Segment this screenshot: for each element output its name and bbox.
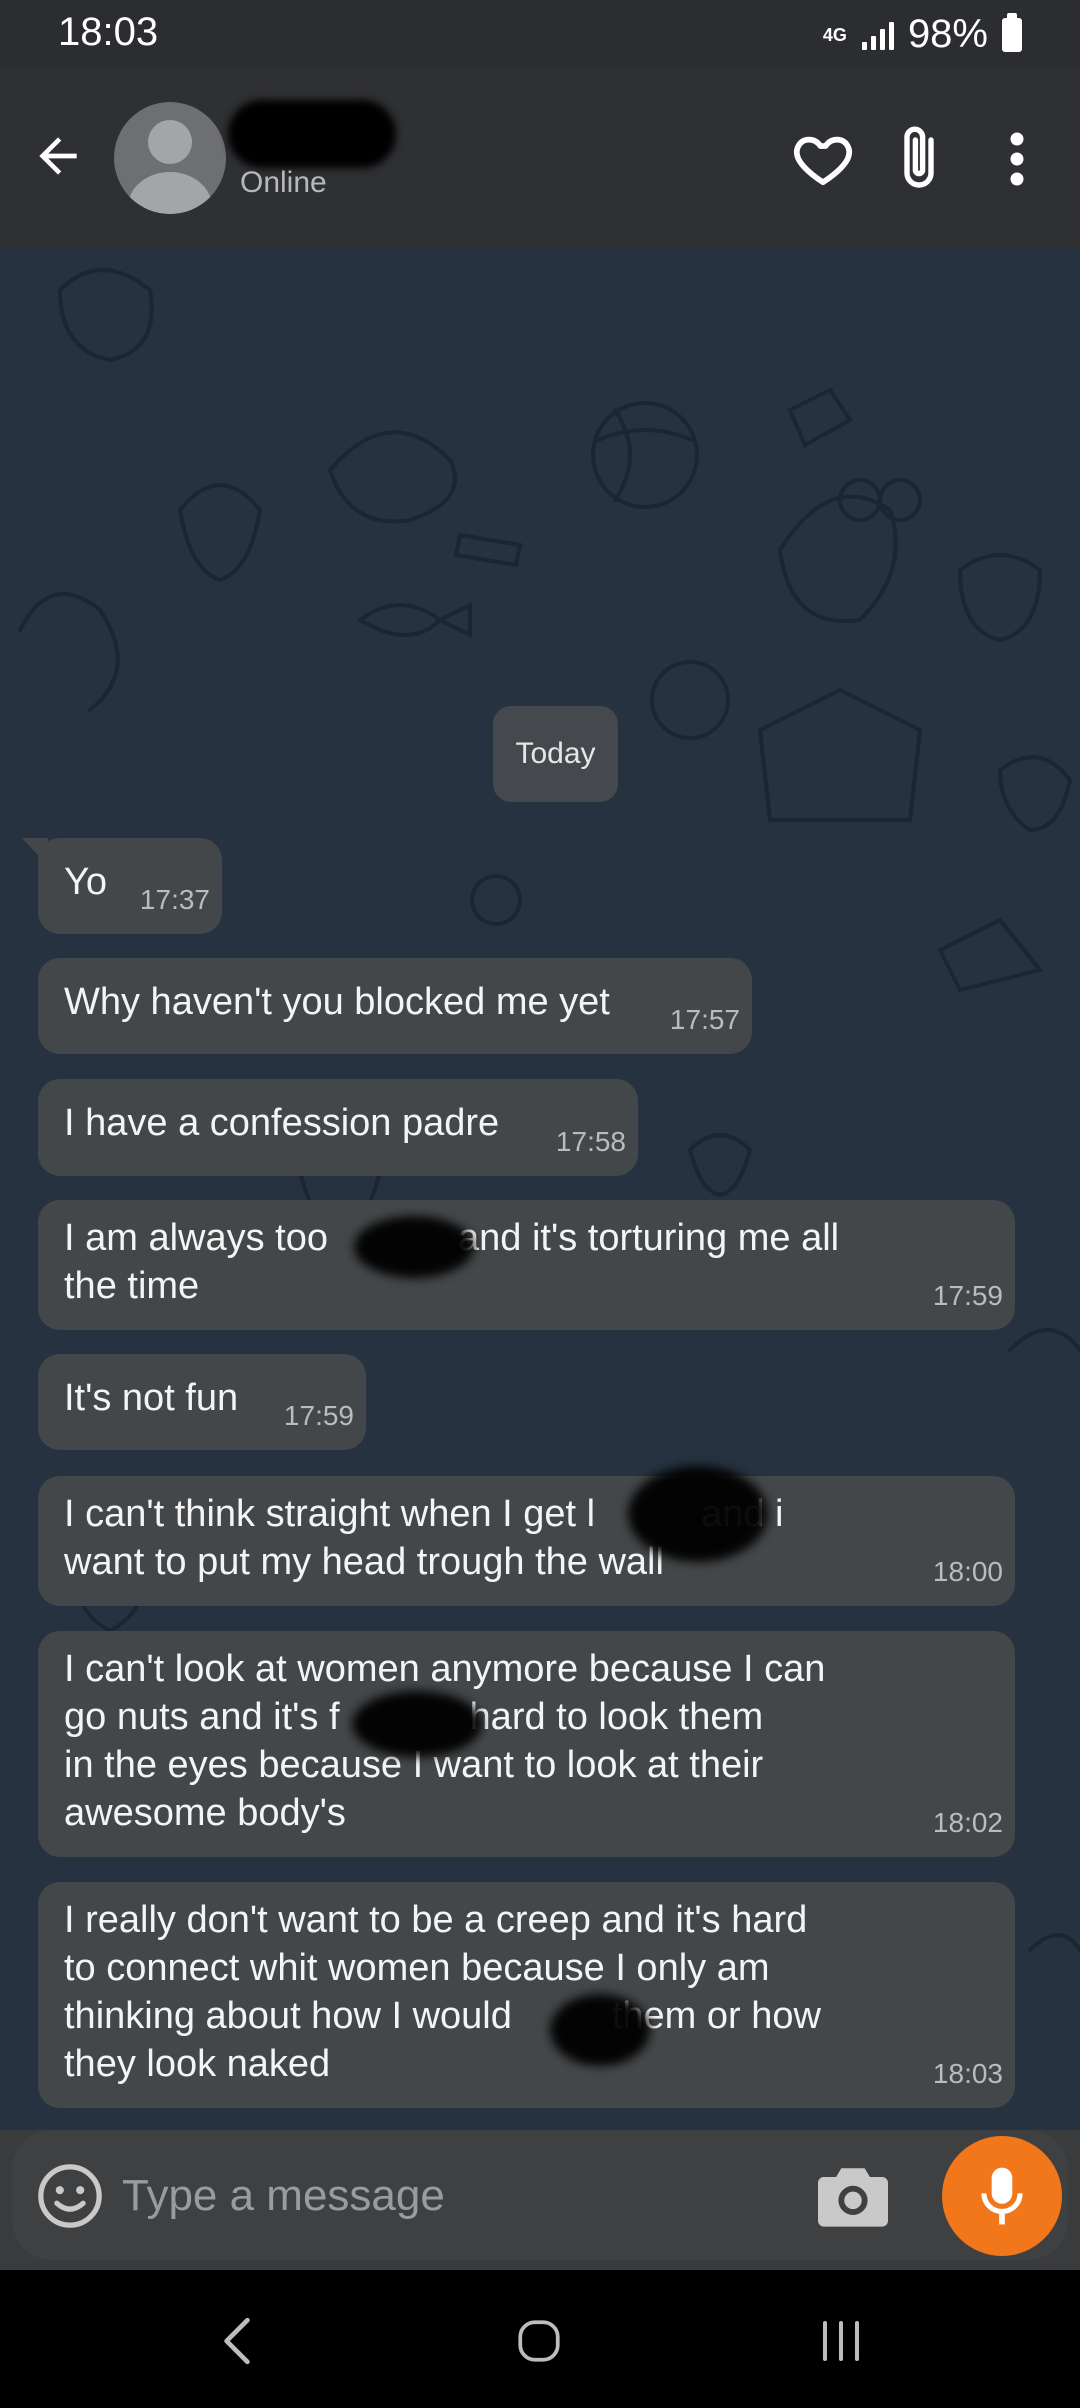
message-time: 18:03: [932, 2058, 1003, 2089]
message-text: I really don't want to be a creep and it…: [64, 1899, 821, 2085]
camera-icon[interactable]: [814, 2158, 892, 2234]
message-bubble[interactable]: Why haven't you blocked me yet 17:57: [38, 958, 752, 1054]
message-time: 17:37: [139, 884, 210, 915]
nav-back-icon[interactable]: [192, 2306, 282, 2376]
more-vertical-icon[interactable]: [982, 120, 1052, 198]
redacted-contact-name: [228, 100, 396, 168]
contact-status: Online: [240, 166, 327, 199]
back-arrow-icon[interactable]: [22, 120, 94, 192]
nav-recents-icon[interactable]: [796, 2306, 886, 2376]
message-text: I am always too and it's torturing me all…: [64, 1217, 840, 1307]
avatar[interactable]: [114, 102, 226, 214]
heart-icon[interactable]: [784, 120, 862, 198]
message-bubble[interactable]: I can't look at women anymore because I …: [38, 1631, 1015, 1857]
message-bubble[interactable]: I have a confession padre 17:58: [38, 1079, 638, 1176]
redaction-mark: [352, 1691, 482, 1757]
message-text: I can't think straight when I get land i…: [64, 1493, 784, 1583]
redaction-mark: [628, 1466, 768, 1562]
message-time: 17:57: [669, 1004, 740, 1035]
battery-percent: 98%: [907, 12, 988, 56]
emoji-icon[interactable]: [32, 2158, 108, 2234]
network-type: 4G: [822, 24, 847, 45]
paperclip-icon[interactable]: [880, 118, 958, 198]
nav-home-icon[interactable]: [494, 2306, 584, 2376]
message-text: Why haven't you blocked me yet: [64, 981, 610, 1023]
message-time: 17:58: [555, 1126, 626, 1157]
status-bar: 18:03 4G 98%: [0, 0, 1080, 68]
message-time: 17:59: [932, 1280, 1003, 1311]
microphone-icon: [981, 2167, 1023, 2225]
message-input[interactable]: [122, 2164, 782, 2228]
message-bubble[interactable]: I really don't want to be a creep and it…: [38, 1882, 1015, 2108]
message-text: I have a confession padre: [64, 1102, 500, 1144]
status-icons: 4G 98%: [822, 12, 1022, 57]
battery-icon: [1002, 12, 1022, 52]
redaction-mark: [354, 1216, 474, 1278]
message-time: 18:02: [932, 1807, 1003, 1838]
bubble-tail: [22, 838, 48, 866]
microphone-button[interactable]: [942, 2136, 1062, 2256]
message-text: I can't look at women anymore because I …: [64, 1648, 826, 1834]
message-bubble[interactable]: I am always too and it's torturing me all…: [38, 1200, 1015, 1330]
message-time: 17:59: [283, 1400, 354, 1431]
status-time: 18:03: [58, 10, 159, 54]
message-bubble[interactable]: I can't think straight when I get land i…: [38, 1466, 1015, 1606]
message-bubble[interactable]: It's not fun 17:59: [38, 1354, 366, 1450]
chat-header: Online: [0, 68, 1080, 250]
message-bubble[interactable]: Yo 17:37: [22, 838, 222, 934]
signal-icon: [861, 20, 894, 50]
redaction-mark: [550, 1994, 650, 2066]
date-divider: Today: [493, 706, 618, 802]
message-time: 18:00: [932, 1556, 1003, 1587]
